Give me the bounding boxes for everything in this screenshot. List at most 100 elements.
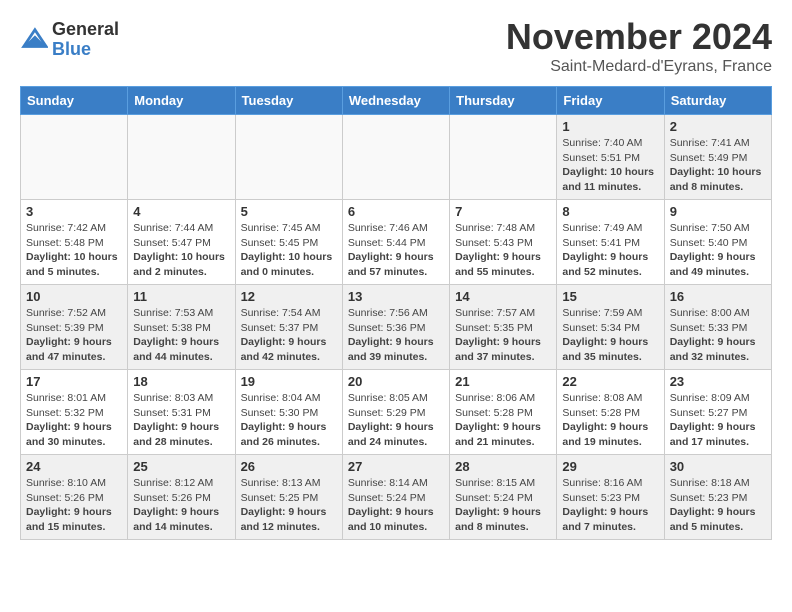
calendar-cell xyxy=(21,115,128,200)
cell-details: Sunrise: 7:50 AMSunset: 5:40 PMDaylight:… xyxy=(670,221,766,280)
weekday-header-sunday: Sunday xyxy=(21,87,128,115)
cell-details: Sunrise: 7:46 AMSunset: 5:44 PMDaylight:… xyxy=(348,221,444,280)
calendar-cell: 1 Sunrise: 7:40 AMSunset: 5:51 PMDaylight… xyxy=(557,115,664,200)
cell-details: Sunrise: 7:57 AMSunset: 5:35 PMDaylight:… xyxy=(455,306,551,365)
day-number: 12 xyxy=(241,289,337,304)
calendar-cell: 6 Sunrise: 7:46 AMSunset: 5:44 PMDaylight… xyxy=(342,200,449,285)
calendar-cell: 9 Sunrise: 7:50 AMSunset: 5:40 PMDaylight… xyxy=(664,200,771,285)
calendar-cell: 18 Sunrise: 8:03 AMSunset: 5:31 PMDayligh… xyxy=(128,370,235,455)
cell-details: Sunrise: 7:49 AMSunset: 5:41 PMDaylight:… xyxy=(562,221,658,280)
calendar-cell: 3 Sunrise: 7:42 AMSunset: 5:48 PMDaylight… xyxy=(21,200,128,285)
logo: General Blue xyxy=(20,20,119,60)
day-number: 11 xyxy=(133,289,229,304)
cell-details: Sunrise: 8:00 AMSunset: 5:33 PMDaylight:… xyxy=(670,306,766,365)
cell-details: Sunrise: 7:44 AMSunset: 5:47 PMDaylight:… xyxy=(133,221,229,280)
calendar-week-1: 1 Sunrise: 7:40 AMSunset: 5:51 PMDaylight… xyxy=(21,115,772,200)
weekday-header-monday: Monday xyxy=(128,87,235,115)
logo-general-text: General xyxy=(52,20,119,40)
day-number: 9 xyxy=(670,204,766,219)
cell-details: Sunrise: 8:16 AMSunset: 5:23 PMDaylight:… xyxy=(562,476,658,535)
cell-details: Sunrise: 8:10 AMSunset: 5:26 PMDaylight:… xyxy=(26,476,122,535)
calendar-week-2: 3 Sunrise: 7:42 AMSunset: 5:48 PMDaylight… xyxy=(21,200,772,285)
month-title: November 2024 xyxy=(506,16,772,58)
cell-details: Sunrise: 7:42 AMSunset: 5:48 PMDaylight:… xyxy=(26,221,122,280)
calendar-week-4: 17Sunrise: 8:01 AMSunset: 5:32 PMDayligh… xyxy=(21,370,772,455)
calendar-cell: 23Sunrise: 8:09 AMSunset: 5:27 PMDayligh… xyxy=(664,370,771,455)
calendar-cell: 19Sunrise: 8:04 AMSunset: 5:30 PMDayligh… xyxy=(235,370,342,455)
cell-details: Sunrise: 7:45 AMSunset: 5:45 PMDaylight:… xyxy=(241,221,337,280)
cell-details: Sunrise: 8:01 AMSunset: 5:32 PMDaylight:… xyxy=(26,391,122,450)
day-number: 10 xyxy=(26,289,122,304)
logo-blue-text: Blue xyxy=(52,40,119,60)
cell-details: Sunrise: 7:59 AMSunset: 5:34 PMDaylight:… xyxy=(562,306,658,365)
day-number: 4 xyxy=(133,204,229,219)
cell-details: Sunrise: 7:48 AMSunset: 5:43 PMDaylight:… xyxy=(455,221,551,280)
cell-details: Sunrise: 7:53 AMSunset: 5:38 PMDaylight:… xyxy=(133,306,229,365)
calendar-cell: 28Sunrise: 8:15 AMSunset: 5:24 PMDayligh… xyxy=(450,455,557,540)
cell-details: Sunrise: 8:18 AMSunset: 5:23 PMDaylight:… xyxy=(670,476,766,535)
calendar-cell xyxy=(450,115,557,200)
day-number: 23 xyxy=(670,374,766,389)
cell-details: Sunrise: 8:08 AMSunset: 5:28 PMDaylight:… xyxy=(562,391,658,450)
day-number: 22 xyxy=(562,374,658,389)
cell-details: Sunrise: 8:06 AMSunset: 5:28 PMDaylight:… xyxy=(455,391,551,450)
calendar-cell: 14 Sunrise: 7:57 AMSunset: 5:35 PMDayligh… xyxy=(450,285,557,370)
calendar-cell: 16 Sunrise: 8:00 AMSunset: 5:33 PMDayligh… xyxy=(664,285,771,370)
weekday-header-thursday: Thursday xyxy=(450,87,557,115)
cell-details: Sunrise: 8:12 AMSunset: 5:26 PMDaylight:… xyxy=(133,476,229,535)
weekday-header-row: SundayMondayTuesdayWednesdayThursdayFrid… xyxy=(21,87,772,115)
calendar-cell: 15 Sunrise: 7:59 AMSunset: 5:34 PMDayligh… xyxy=(557,285,664,370)
day-number: 14 xyxy=(455,289,551,304)
calendar-cell: 17Sunrise: 8:01 AMSunset: 5:32 PMDayligh… xyxy=(21,370,128,455)
calendar-cell: 21 Sunrise: 8:06 AMSunset: 5:28 PMDayligh… xyxy=(450,370,557,455)
day-number: 18 xyxy=(133,374,229,389)
calendar-cell: 11 Sunrise: 7:53 AMSunset: 5:38 PMDayligh… xyxy=(128,285,235,370)
cell-details: Sunrise: 8:03 AMSunset: 5:31 PMDaylight:… xyxy=(133,391,229,450)
day-number: 28 xyxy=(455,459,551,474)
calendar-cell xyxy=(235,115,342,200)
day-number: 27 xyxy=(348,459,444,474)
calendar-body: 1 Sunrise: 7:40 AMSunset: 5:51 PMDaylight… xyxy=(21,115,772,540)
logo-icon xyxy=(20,26,48,54)
cell-details: Sunrise: 7:52 AMSunset: 5:39 PMDaylight:… xyxy=(26,306,122,365)
weekday-header-saturday: Saturday xyxy=(664,87,771,115)
calendar-cell: 26Sunrise: 8:13 AMSunset: 5:25 PMDayligh… xyxy=(235,455,342,540)
day-number: 15 xyxy=(562,289,658,304)
calendar-week-3: 10 Sunrise: 7:52 AMSunset: 5:39 PMDayligh… xyxy=(21,285,772,370)
cell-details: Sunrise: 8:14 AMSunset: 5:24 PMDaylight:… xyxy=(348,476,444,535)
day-number: 16 xyxy=(670,289,766,304)
day-number: 1 xyxy=(562,119,658,134)
day-number: 2 xyxy=(670,119,766,134)
day-number: 30 xyxy=(670,459,766,474)
calendar-cell xyxy=(342,115,449,200)
cell-details: Sunrise: 7:40 AMSunset: 5:51 PMDaylight:… xyxy=(562,136,658,195)
day-number: 25 xyxy=(133,459,229,474)
calendar-cell: 12 Sunrise: 7:54 AMSunset: 5:37 PMDayligh… xyxy=(235,285,342,370)
calendar-cell xyxy=(128,115,235,200)
calendar-week-5: 24 Sunrise: 8:10 AMSunset: 5:26 PMDayligh… xyxy=(21,455,772,540)
calendar-cell: 25 Sunrise: 8:12 AMSunset: 5:26 PMDayligh… xyxy=(128,455,235,540)
calendar-cell: 10 Sunrise: 7:52 AMSunset: 5:39 PMDayligh… xyxy=(21,285,128,370)
cell-details: Sunrise: 7:54 AMSunset: 5:37 PMDaylight:… xyxy=(241,306,337,365)
day-number: 24 xyxy=(26,459,122,474)
calendar-cell: 20Sunrise: 8:05 AMSunset: 5:29 PMDayligh… xyxy=(342,370,449,455)
calendar-cell: 27 Sunrise: 8:14 AMSunset: 5:24 PMDayligh… xyxy=(342,455,449,540)
day-number: 8 xyxy=(562,204,658,219)
calendar-cell: 5 Sunrise: 7:45 AMSunset: 5:45 PMDaylight… xyxy=(235,200,342,285)
day-number: 5 xyxy=(241,204,337,219)
day-number: 21 xyxy=(455,374,551,389)
day-number: 6 xyxy=(348,204,444,219)
weekday-header-tuesday: Tuesday xyxy=(235,87,342,115)
calendar-cell: 13Sunrise: 7:56 AMSunset: 5:36 PMDayligh… xyxy=(342,285,449,370)
cell-details: Sunrise: 8:05 AMSunset: 5:29 PMDaylight:… xyxy=(348,391,444,450)
day-number: 13 xyxy=(348,289,444,304)
calendar-cell: 24 Sunrise: 8:10 AMSunset: 5:26 PMDayligh… xyxy=(21,455,128,540)
calendar-cell: 8 Sunrise: 7:49 AMSunset: 5:41 PMDaylight… xyxy=(557,200,664,285)
day-number: 26 xyxy=(241,459,337,474)
calendar-cell: 30 Sunrise: 8:18 AMSunset: 5:23 PMDayligh… xyxy=(664,455,771,540)
cell-details: Sunrise: 8:04 AMSunset: 5:30 PMDaylight:… xyxy=(241,391,337,450)
weekday-header-wednesday: Wednesday xyxy=(342,87,449,115)
day-number: 3 xyxy=(26,204,122,219)
calendar-cell: 2Sunrise: 7:41 AMSunset: 5:49 PMDaylight… xyxy=(664,115,771,200)
title-area: November 2024 Saint-Medard-d'Eyrans, Fra… xyxy=(506,16,772,76)
